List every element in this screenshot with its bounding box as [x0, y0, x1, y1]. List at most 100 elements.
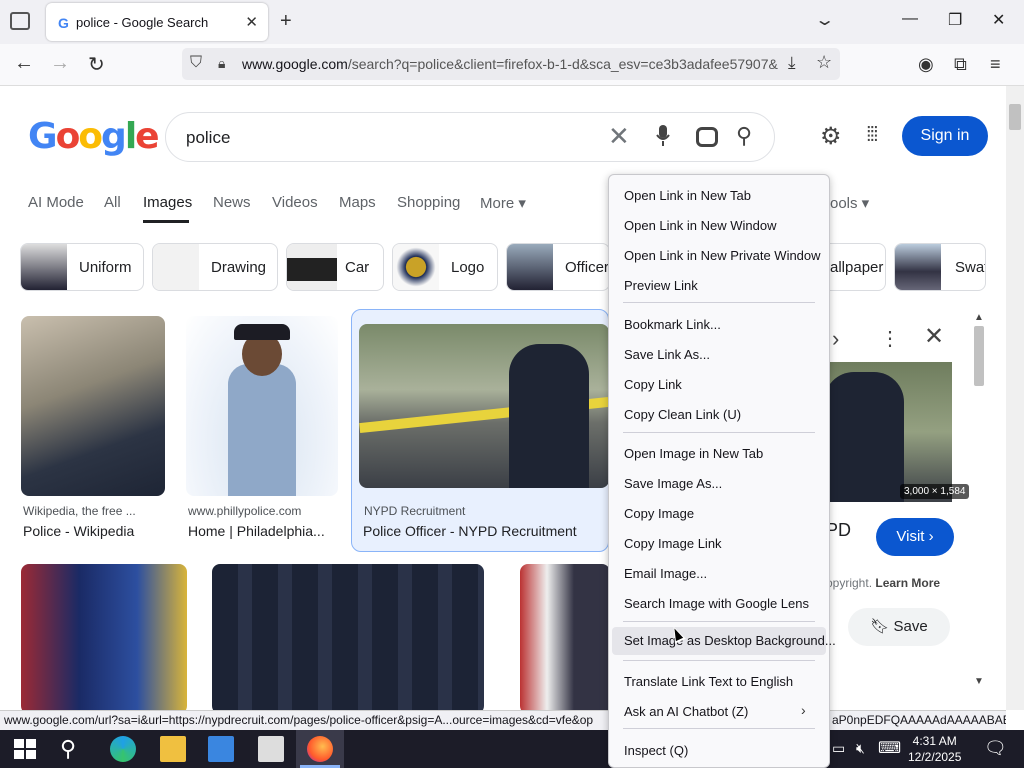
- menu-search-google-lens[interactable]: Search Image with Google Lens: [624, 596, 809, 611]
- tab-videos[interactable]: Videos: [272, 194, 318, 211]
- google-lens-icon[interactable]: [696, 127, 718, 147]
- scroll-thumb[interactable]: [1009, 104, 1021, 130]
- page-scrollbar[interactable]: [1006, 86, 1024, 710]
- volume-muted-icon[interactable]: 🔇︎: [856, 740, 865, 757]
- reload-button[interactable]: ↻: [88, 52, 105, 77]
- edge-icon[interactable]: [110, 736, 136, 762]
- maximize-button[interactable]: ❐: [948, 10, 962, 30]
- scroll-up-icon[interactable]: ▲: [974, 312, 984, 323]
- system-clock[interactable]: 4:31 AM 12/2/2025: [908, 733, 961, 765]
- learn-more-link[interactable]: Learn More: [875, 576, 940, 590]
- close-window-button[interactable]: ✕: [992, 10, 1005, 30]
- chevron-down-icon[interactable]: ⌄: [814, 10, 835, 30]
- result-image[interactable]: [21, 316, 165, 496]
- forward-button[interactable]: →: [50, 52, 70, 75]
- menu-email-image[interactable]: Email Image...: [624, 566, 707, 581]
- result-image[interactable]: [21, 564, 187, 710]
- store-icon[interactable]: [208, 736, 234, 762]
- menu-preview-link[interactable]: Preview Link: [624, 278, 698, 293]
- menu-copy-link[interactable]: Copy Link: [624, 377, 682, 392]
- menu-copy-clean-link[interactable]: Copy Clean Link (U): [624, 407, 741, 422]
- search-query[interactable]: police: [186, 128, 230, 148]
- keyboard-icon[interactable]: ⌨: [878, 738, 901, 758]
- account-icon[interactable]: ◉: [918, 54, 934, 75]
- mail-icon[interactable]: [258, 736, 284, 762]
- windows-start-icon[interactable]: [12, 736, 38, 762]
- menu-icon[interactable]: ≡: [990, 54, 1001, 75]
- result-title[interactable]: Home | Philadelphia...: [188, 523, 325, 539]
- tools-button[interactable]: ools ▾: [830, 194, 869, 212]
- scroll-thumb[interactable]: [974, 326, 984, 386]
- sign-in-button[interactable]: Sign in: [902, 116, 988, 156]
- tab-images[interactable]: Images: [143, 194, 192, 211]
- menu-save-image-as[interactable]: Save Image As...: [624, 476, 722, 491]
- settings-gear-icon[interactable]: ⚙: [820, 122, 842, 151]
- menu-translate-link-text[interactable]: Translate Link Text to English: [624, 674, 793, 689]
- menu-inspect[interactable]: Inspect (Q): [624, 743, 688, 758]
- more-options-icon[interactable]: ⋮: [880, 326, 900, 351]
- clear-search-icon[interactable]: ✕: [608, 121, 630, 152]
- notifications-icon[interactable]: 🗨︎: [984, 738, 1007, 759]
- result-source[interactable]: NYPD Recruitment: [364, 504, 465, 518]
- download-icon[interactable]: ⤓: [788, 53, 796, 73]
- back-button[interactable]: ←: [14, 52, 34, 75]
- minimize-button[interactable]: —: [902, 10, 918, 28]
- menu-set-desktop-background[interactable]: Set Image as Desktop Background...: [612, 627, 836, 655]
- apps-grid-icon[interactable]: ⁞⁞⁞: [866, 124, 879, 147]
- tab-all[interactable]: All: [104, 194, 121, 211]
- panel-scrollbar[interactable]: ▲ ▼: [970, 312, 988, 690]
- scroll-down-icon[interactable]: ▼: [974, 676, 984, 687]
- save-button[interactable]: 🔖︎ Save: [848, 608, 950, 646]
- tab-shopping[interactable]: Shopping: [397, 194, 460, 211]
- shield-icon[interactable]: ⛉: [190, 54, 202, 72]
- tab-maps[interactable]: Maps: [339, 194, 376, 211]
- lock-icon[interactable]: 🔒︎: [218, 55, 225, 72]
- tab-list-icon[interactable]: [10, 12, 30, 30]
- chip-logo[interactable]: Logo: [392, 243, 498, 291]
- new-tab-button[interactable]: +: [280, 10, 292, 33]
- extensions-icon[interactable]: ⧉: [954, 54, 967, 75]
- chip-swat[interactable]: Swat: [894, 243, 986, 291]
- preview-image[interactable]: [816, 362, 952, 502]
- network-icon[interactable]: ▭: [832, 740, 845, 757]
- tab-more[interactable]: More ▾: [480, 194, 526, 212]
- taskbar-search-icon[interactable]: ⚲: [60, 736, 86, 762]
- result-image[interactable]: [212, 564, 484, 710]
- menu-open-link-new-window[interactable]: Open Link in New Window: [624, 218, 776, 233]
- menu-copy-image-link[interactable]: Copy Image Link: [624, 536, 722, 551]
- menu-save-link-as[interactable]: Save Link As...: [624, 347, 710, 362]
- result-image[interactable]: [520, 564, 610, 710]
- result-title[interactable]: Police - Wikipedia: [23, 523, 134, 539]
- close-preview-icon[interactable]: ✕: [924, 322, 944, 351]
- menu-ask-ai-chatbot[interactable]: Ask an AI Chatbot (Z): [624, 704, 748, 719]
- url-text[interactable]: www.google.com/search?q=police&client=fi…: [242, 56, 782, 72]
- menu-copy-image[interactable]: Copy Image: [624, 506, 694, 521]
- search-box[interactable]: police ✕ ⚲: [165, 112, 775, 162]
- file-explorer-icon[interactable]: [160, 736, 186, 762]
- address-bar[interactable]: ⛉ 🔒︎ www.google.com/search?q=police&clie…: [182, 48, 840, 80]
- menu-open-link-new-tab[interactable]: Open Link in New Tab: [624, 188, 751, 203]
- firefox-taskbar-button[interactable]: [296, 730, 344, 768]
- result-source[interactable]: Wikipedia, the free ...: [23, 504, 136, 518]
- tab-close-icon[interactable]: ✕: [245, 13, 258, 31]
- result-title[interactable]: Police Officer - NYPD Recruitment: [363, 523, 577, 539]
- menu-open-image-new-tab[interactable]: Open Image in New Tab: [624, 446, 763, 461]
- next-image-icon[interactable]: ›: [832, 326, 839, 352]
- google-logo[interactable]: Google: [28, 116, 160, 157]
- image-result-selected[interactable]: NYPD Recruitment Police Officer - NYPD R…: [351, 309, 609, 552]
- result-image[interactable]: [359, 324, 609, 488]
- chip-wallpaper[interactable]: allpaper: [822, 243, 886, 291]
- chip-car[interactable]: Car: [286, 243, 384, 291]
- chip-uniform[interactable]: Uniform: [20, 243, 144, 291]
- tab-news[interactable]: News: [213, 194, 251, 211]
- visit-button[interactable]: Visit ›: [876, 518, 954, 556]
- chip-officer[interactable]: Officer: [506, 243, 610, 291]
- search-icon[interactable]: ⚲: [736, 123, 752, 149]
- microphone-icon[interactable]: [656, 125, 670, 147]
- menu-bookmark-link[interactable]: Bookmark Link...: [624, 317, 721, 332]
- result-source[interactable]: www.phillypolice.com: [188, 504, 301, 518]
- tab-google-search[interactable]: G police - Google Search ✕: [46, 3, 268, 41]
- menu-open-link-private-window[interactable]: Open Link in New Private Window: [624, 248, 821, 263]
- result-image[interactable]: [186, 316, 338, 496]
- chip-drawing[interactable]: Drawing: [152, 243, 278, 291]
